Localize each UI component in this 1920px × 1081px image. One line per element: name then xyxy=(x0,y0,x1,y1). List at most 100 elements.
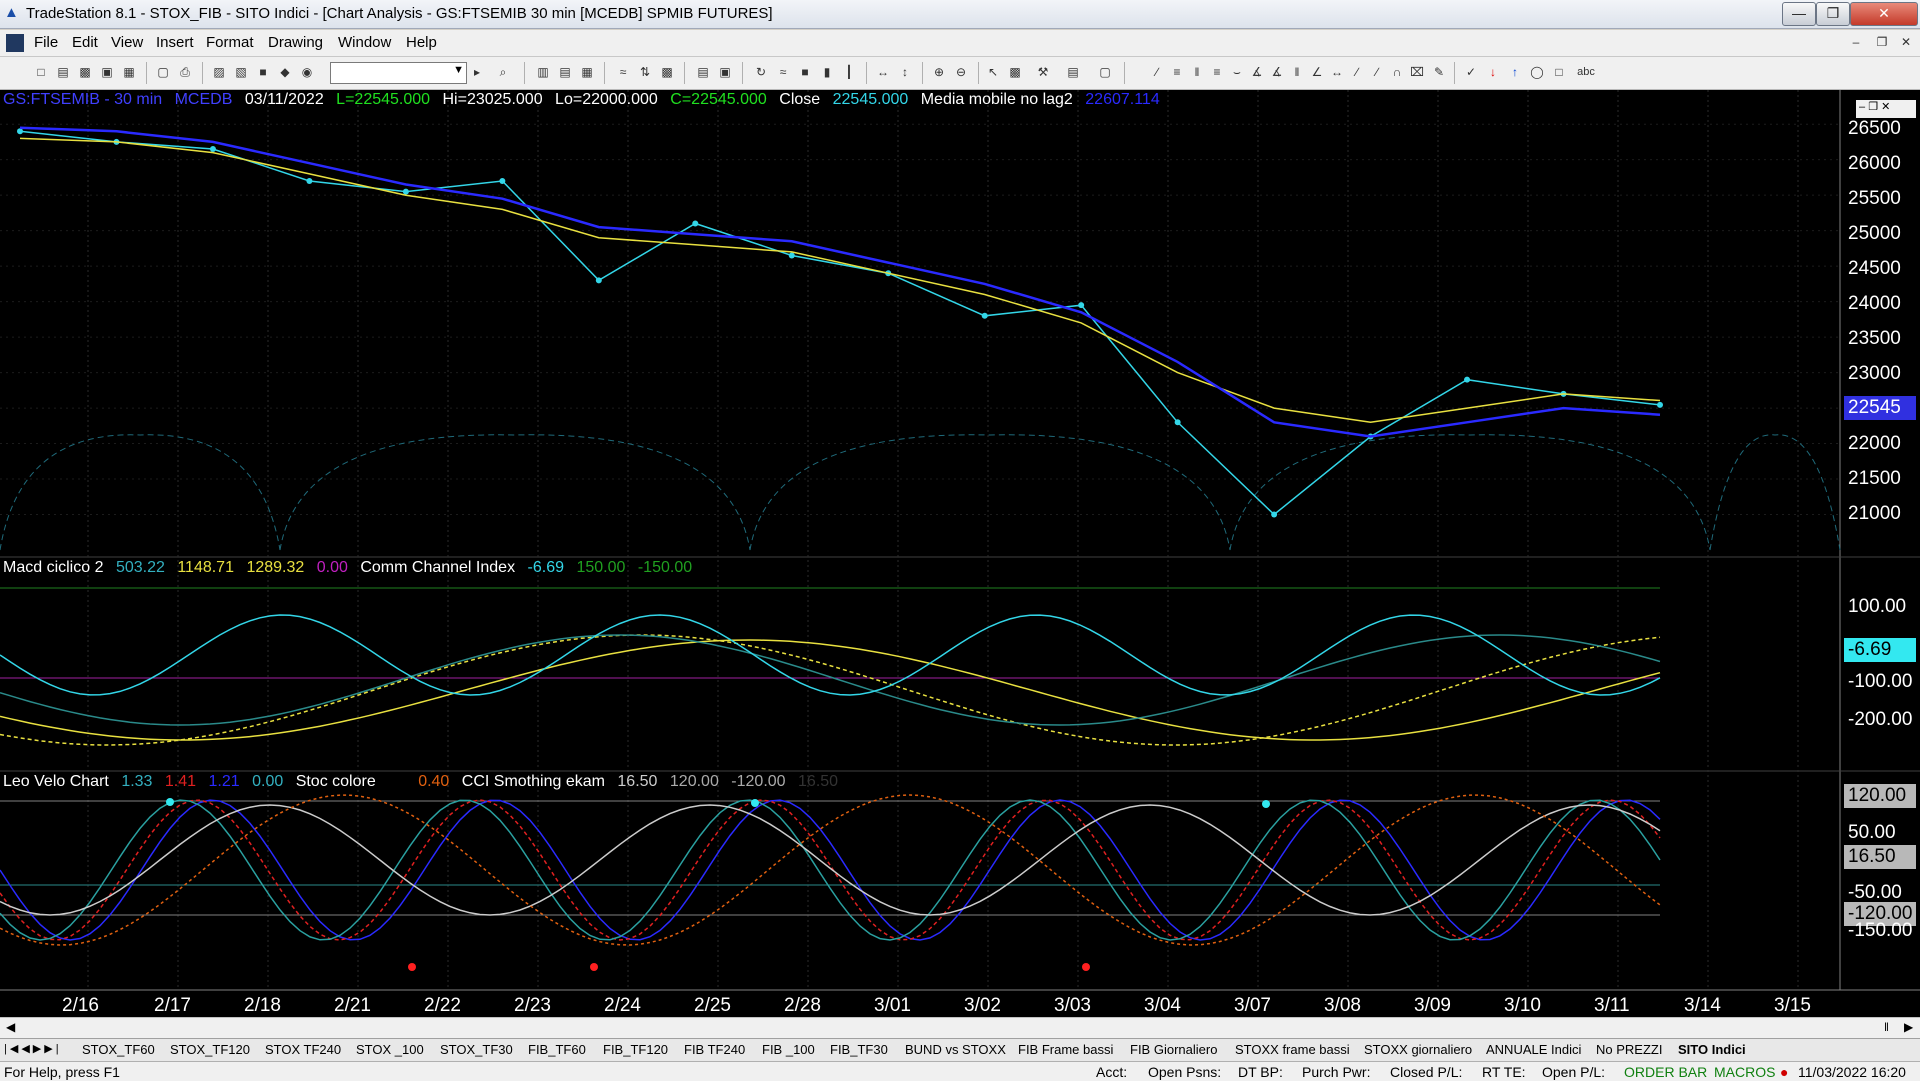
menu-help[interactable]: Help xyxy=(406,34,437,51)
mdi-minimize-button[interactable]: – xyxy=(1846,33,1866,51)
bar-style-icon[interactable]: ■ xyxy=(796,63,814,81)
order-icon[interactable]: ▤ xyxy=(1064,63,1082,81)
symbol-lookup-icon[interactable]: ⌕ xyxy=(494,63,512,81)
chart-style-icon[interactable]: ▣ xyxy=(716,63,734,81)
new-file-icon[interactable]: □ xyxy=(32,63,50,81)
sheet-tab[interactable]: FIB_TF120 xyxy=(603,1042,668,1057)
speed-lines-icon[interactable]: ∡ xyxy=(1248,63,1266,81)
menu-drawing[interactable]: Drawing xyxy=(268,34,323,51)
sheet-tab[interactable]: STOXX frame bassi xyxy=(1235,1042,1350,1057)
tools-icon[interactable]: ⚒ xyxy=(1034,63,1052,81)
chart-analysis-window[interactable]: GS:FTSEMIB - 30 min MCEDB 03/11/2022 L=2… xyxy=(0,90,1920,1017)
sheet-tab[interactable]: ANNUALE Indici xyxy=(1486,1042,1581,1057)
new-workspace-icon[interactable]: ▣ xyxy=(98,63,116,81)
symbol-combo[interactable]: ▼ xyxy=(330,62,467,84)
fibonacci-icon[interactable]: ≡ xyxy=(1208,63,1226,81)
drag-icon[interactable]: ▩ xyxy=(1006,63,1024,81)
line-chart-icon[interactable]: ▤ xyxy=(556,63,574,81)
regression-icon[interactable]: ∕ xyxy=(1368,63,1386,81)
trendline-icon[interactable]: ∕ xyxy=(1148,63,1166,81)
arrow-up-icon[interactable]: ↑ xyxy=(1506,63,1524,81)
menu-insert[interactable]: Insert xyxy=(156,34,194,51)
sheet-tab[interactable]: FIB Giornaliero xyxy=(1130,1042,1217,1057)
vertical-lines-icon[interactable]: ‖ xyxy=(1188,63,1206,81)
ohlc-icon[interactable]: ┃ xyxy=(840,63,858,81)
arc-icon[interactable]: ⌣ xyxy=(1228,63,1246,81)
scroll-thumb-icon[interactable]: ‖ xyxy=(1884,1020,1889,1034)
checkmark-icon[interactable]: ✓ xyxy=(1462,63,1480,81)
minimize-button[interactable]: — xyxy=(1782,2,1816,26)
sheet-tab[interactable]: FIB Frame bassi xyxy=(1018,1042,1113,1057)
andrews-pitchfork-icon[interactable]: ∩ xyxy=(1388,63,1406,81)
menu-window[interactable]: Window xyxy=(338,34,391,51)
strategy-icon[interactable]: ◆ xyxy=(276,63,294,81)
subwindow-controls[interactable]: – ❐ ✕ xyxy=(1856,100,1916,118)
chart-window-icon[interactable] xyxy=(6,34,24,52)
mdi-close-button[interactable]: ✕ xyxy=(1896,33,1916,51)
gann-icon[interactable]: ∡ xyxy=(1268,63,1286,81)
table-icon[interactable]: ▦ xyxy=(578,63,596,81)
go-arrow-icon[interactable]: ▸ xyxy=(468,63,486,81)
macro-icon[interactable]: ▢ xyxy=(1096,63,1114,81)
chart-window-icon[interactable]: ▨ xyxy=(210,63,228,81)
mdi-restore-button[interactable]: ❐ xyxy=(1872,33,1892,51)
lock-icon[interactable]: ■ xyxy=(254,63,272,81)
sheet-tab[interactable]: FIB_TF60 xyxy=(528,1042,586,1057)
sheet-tab[interactable]: STOX_TF120 xyxy=(170,1042,250,1057)
sheet-tab-active[interactable]: SITO Indici xyxy=(1678,1042,1746,1057)
horizontal-scrollbar[interactable]: ◀ ‖ ▶ xyxy=(0,1017,1920,1038)
sheet-tab[interactable]: FIB _100 xyxy=(762,1042,815,1057)
data-window-icon[interactable]: ▩ xyxy=(658,63,676,81)
bar-chart-icon[interactable]: ▥ xyxy=(534,63,552,81)
sheet-tab[interactable]: No PREZZI xyxy=(1596,1042,1662,1057)
sheet-tab[interactable]: FIB TF240 xyxy=(684,1042,745,1057)
menu-format[interactable]: Format xyxy=(206,34,254,51)
channel-icon[interactable]: ∕ xyxy=(1348,63,1366,81)
save-icon[interactable]: ▩ xyxy=(76,63,94,81)
sheet-tab[interactable]: FIB_TF30 xyxy=(830,1042,888,1057)
matrix-icon[interactable]: ◉ xyxy=(298,63,316,81)
expand-bars-icon[interactable]: ↔ xyxy=(874,63,892,81)
cycle-icon[interactable]: ⌧ xyxy=(1408,63,1426,81)
pencil-icon[interactable]: ✎ xyxy=(1430,63,1448,81)
scroll-left-icon[interactable]: ◀ xyxy=(6,1020,15,1034)
arrow-down-icon[interactable]: ↓ xyxy=(1484,63,1502,81)
sheet-tab[interactable]: STOX_TF30 xyxy=(440,1042,513,1057)
refresh-icon[interactable]: ↻ xyxy=(752,63,770,81)
zoom-out-icon[interactable]: ⊖ xyxy=(952,63,970,81)
open-folder-icon[interactable]: ▤ xyxy=(54,63,72,81)
maximize-button[interactable]: ❐ xyxy=(1816,2,1850,26)
chevron-down-icon[interactable]: ▼ xyxy=(453,64,464,76)
compress-bars-icon[interactable]: ↕ xyxy=(896,63,914,81)
sheet-tab[interactable]: STOX _100 xyxy=(356,1042,424,1057)
insert-strategy-icon[interactable]: ⇅ xyxy=(636,63,654,81)
extension-icon[interactable]: ↔ xyxy=(1328,63,1346,81)
tab-navigation-icon[interactable]: |◀◀▶▶| xyxy=(4,1042,62,1055)
sheet-tab[interactable]: STOXX giornaliero xyxy=(1364,1042,1472,1057)
pointer-icon[interactable]: ↖ xyxy=(984,63,1002,81)
print-preview-icon[interactable]: ▢ xyxy=(154,63,172,81)
sheet-tab[interactable]: STOX_TF60 xyxy=(82,1042,155,1057)
menu-file[interactable]: File xyxy=(34,34,58,51)
menu-edit[interactable]: Edit xyxy=(72,34,98,51)
rectangle-icon[interactable]: □ xyxy=(1550,63,1568,81)
print-icon[interactable]: ⎙ xyxy=(176,63,194,81)
scroll-right-icon[interactable]: ▶ xyxy=(1904,1020,1913,1034)
macros-indicator[interactable]: MACROS xyxy=(1714,1064,1775,1080)
open-workspace-icon[interactable]: ▦ xyxy=(120,63,138,81)
horizontal-lines-icon[interactable]: ≡ xyxy=(1168,63,1186,81)
time-zones-icon[interactable]: ‖ xyxy=(1288,63,1306,81)
format-icon[interactable]: ▤ xyxy=(694,63,712,81)
indicator-icon[interactable]: ≈ xyxy=(614,63,632,81)
analysis-icon[interactable]: ≈ xyxy=(774,63,792,81)
candle-icon[interactable]: ▮ xyxy=(818,63,836,81)
text-tool-icon[interactable]: abc xyxy=(1574,63,1598,81)
fan-icon[interactable]: ∠ xyxy=(1308,63,1326,81)
sheet-tab[interactable]: STOX TF240 xyxy=(265,1042,341,1057)
menu-view[interactable]: View xyxy=(111,34,143,51)
radarscreen-icon[interactable]: ▧ xyxy=(232,63,250,81)
ellipse-icon[interactable]: ◯ xyxy=(1528,63,1546,81)
order-bar-indicator[interactable]: ORDER BAR xyxy=(1624,1064,1707,1080)
sheet-tab[interactable]: BUND vs STOXX xyxy=(905,1042,1006,1057)
close-button[interactable]: ✕ xyxy=(1850,2,1918,26)
